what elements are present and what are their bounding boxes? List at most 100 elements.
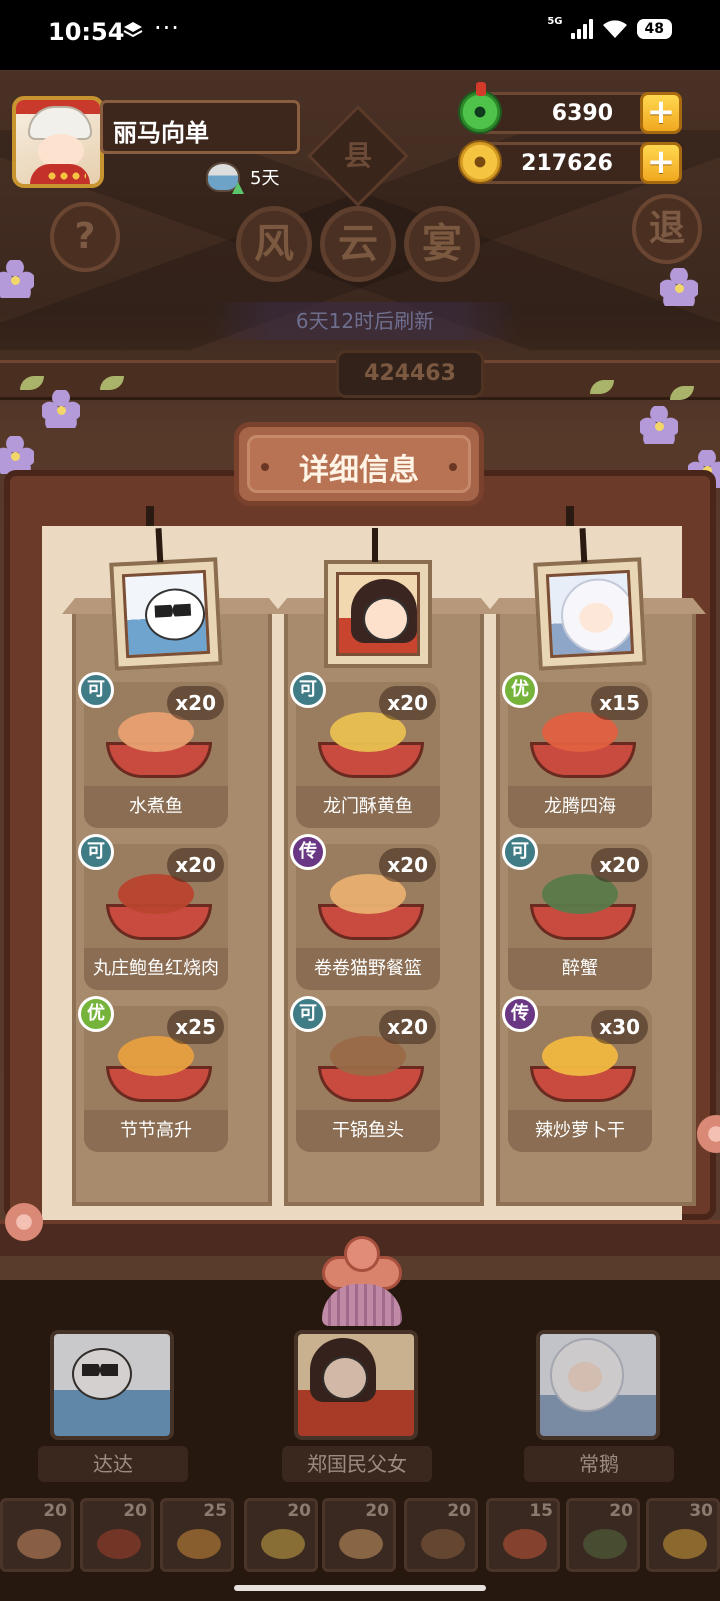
grade-badge: 可 [78,672,114,708]
dish-card[interactable]: x20 龙门酥黄鱼 可 [290,672,440,828]
layers-icon [123,22,143,38]
dish-slot[interactable]: 30 [646,1498,720,1572]
tassel-ornament [318,1236,406,1336]
title-char-2: 云 [320,206,396,282]
dish-count: x25 [167,1010,224,1044]
slot-count: 25 [203,1501,227,1521]
dish-card[interactable]: x30 辣炒萝卜干 传 [502,996,652,1152]
more-dots-icon: ··· [154,14,180,42]
chef-card-3[interactable] [536,1330,660,1440]
dish-name: 醉蟹 [508,948,652,990]
grade-badge: 优 [502,672,538,708]
chef-name-label: 常鹅 [524,1446,674,1482]
dish-card[interactable]: x25 节节高升 优 [78,996,228,1152]
dish-count: x20 [591,848,648,882]
dish-slot[interactable]: 20 [244,1498,318,1572]
dish-name: 水煮鱼 [84,786,228,828]
dish-name: 龙腾四海 [508,786,652,828]
days-text: 5天 [250,168,280,189]
dish-slot[interactable]: 15 [486,1498,560,1572]
gold-amount: 217626 [521,151,613,176]
rice-bowl-icon [206,162,240,192]
slot-count: 20 [447,1501,471,1521]
refresh-timer: 6天12时后刷新 [210,302,520,340]
dish-card[interactable]: x20 丸庄鲍鱼红烧肉 可 [78,834,228,990]
dish-card[interactable]: x20 干锅鱼头 可 [290,996,440,1152]
slot-count: 20 [365,1501,389,1521]
chef-portrait-1[interactable] [109,528,223,671]
home-indicator[interactable] [234,1585,486,1591]
white-hair-chef-image [545,569,635,659]
grade-badge: 可 [290,672,326,708]
chef-card-2[interactable] [294,1330,418,1440]
dish-name: 龙门酥黄鱼 [296,786,440,828]
flower-icon [42,390,80,428]
days-indicator: 5天 [206,162,279,192]
chef-card-1[interactable] [50,1330,174,1440]
detail-info-button[interactable]: 详细信息 [234,422,484,506]
chef-name-label: 达达 [38,1446,188,1482]
girl-chef-image [336,572,420,656]
detail-info-label: 详细信息 [299,453,419,488]
add-jade-button[interactable]: + [640,92,682,134]
dish-card[interactable]: x20 卷卷猫野餐篮 传 [290,834,440,990]
chef-portrait-3[interactable] [533,528,647,671]
dish-slot[interactable]: 20 [80,1498,154,1572]
dish-count: x30 [591,1010,648,1044]
county-label: 县 [343,139,372,172]
chef-portrait-2[interactable] [324,528,432,668]
dish-slot[interactable]: 20 [566,1498,640,1572]
status-bar: 10:54 ··· 5G 48 [0,0,720,70]
score-display: 424463 [336,350,484,398]
gold-coin-icon [458,140,502,184]
title-char-3: 宴 [404,206,480,282]
grade-badge: 优 [78,996,114,1032]
dish-card[interactable]: x20 水煮鱼 可 [78,672,228,828]
exit-button[interactable]: 退 [632,194,702,264]
player-avatar[interactable] [12,96,104,188]
player-name-box: 丽马向单 [100,100,300,154]
dish-count: x15 [591,686,648,720]
status-time: 10:54 [48,18,125,46]
grade-badge: 可 [502,834,538,870]
flower-icon [0,436,34,474]
help-button[interactable]: ? [50,202,120,272]
pink-flower-icon [2,1200,46,1244]
dish-slot[interactable]: 20 [322,1498,396,1572]
grade-badge: 可 [290,996,326,1032]
dish-name: 节节高升 [84,1110,228,1152]
wifi-icon [602,20,627,38]
slot-count: 20 [287,1501,311,1521]
dish-slot[interactable]: 20 [0,1498,74,1572]
chef-name-label: 郑国民父女 [282,1446,432,1482]
slot-count: 30 [689,1501,713,1521]
dish-count: x20 [379,848,436,882]
slot-count: 20 [609,1501,633,1521]
jade-icon [458,82,502,134]
grade-badge: 传 [290,834,326,870]
girl-chef-image [298,1334,414,1436]
jade-amount: 6390 [551,101,613,126]
flower-icon [660,268,698,306]
slot-count: 20 [123,1501,147,1521]
dish-slot[interactable]: 25 [160,1498,234,1572]
player-name: 丽马向单 [113,119,209,147]
dish-card[interactable]: x20 醉蟹 可 [502,834,652,990]
flower-icon [0,260,34,298]
dish-name: 丸庄鲍鱼红烧肉 [84,948,228,990]
dish-count: x20 [167,686,224,720]
add-gold-button[interactable]: + [640,142,682,184]
title-char-1: 风 [236,206,312,282]
signal-icon [570,19,593,39]
battery-icon: 48 [636,19,672,39]
dish-count: x20 [379,1010,436,1044]
dish-slot[interactable]: 20 [404,1498,478,1572]
slot-count: 20 [43,1501,67,1521]
network-type: 5G [547,15,563,27]
panda-chef-image [54,1334,170,1436]
dish-name: 干锅鱼头 [296,1110,440,1152]
status-indicators: 5G 48 [547,15,672,40]
dish-count: x20 [379,686,436,720]
flower-icon [640,406,678,444]
dish-card[interactable]: x15 龙腾四海 优 [502,672,652,828]
